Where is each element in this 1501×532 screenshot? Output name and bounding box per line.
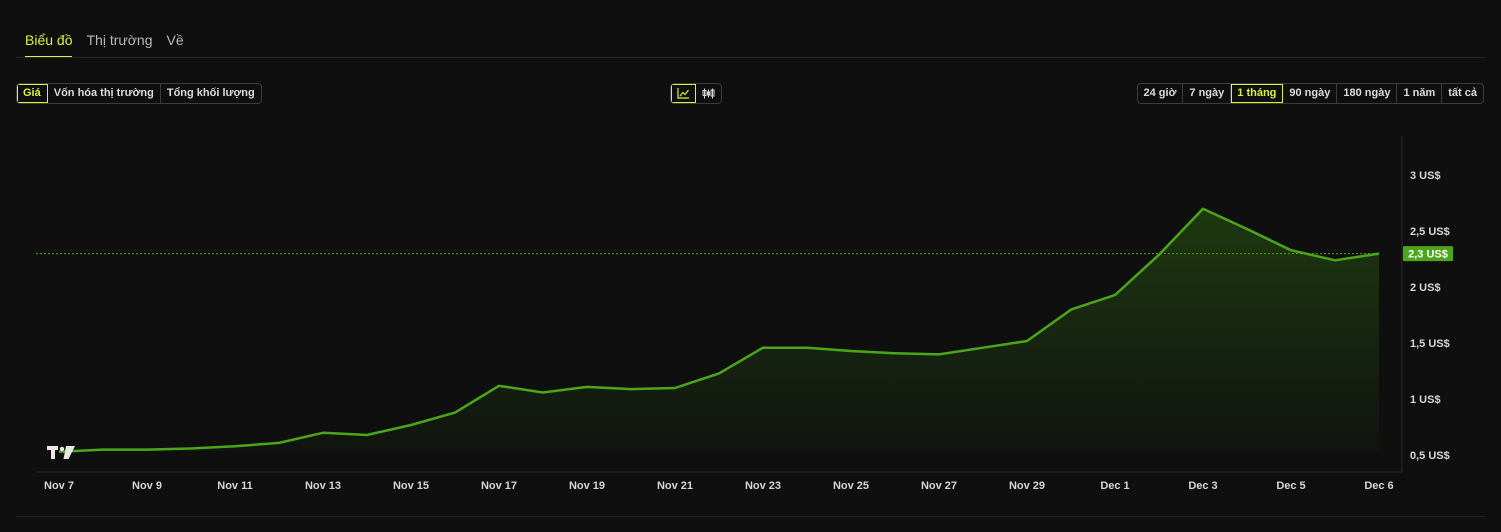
- x-tick-label: Nov 7: [44, 480, 74, 492]
- x-tick-label: Dec 6: [1364, 480, 1393, 492]
- x-tick-label: Nov 27: [921, 480, 957, 492]
- price-area: [59, 208, 1379, 452]
- current-price-label: 2,3 US$: [1408, 249, 1448, 261]
- x-tick-label: Dec 1: [1100, 480, 1129, 492]
- x-tick-label: Nov 9: [132, 480, 162, 492]
- x-tick-label: Nov 25: [833, 480, 869, 492]
- x-tick-label: Nov 29: [1009, 480, 1045, 492]
- x-tick-label: Dec 3: [1188, 480, 1217, 492]
- bottom-divider: [16, 516, 1485, 517]
- x-tick-label: Nov 23: [745, 480, 781, 492]
- y-tick-label: 3 US$: [1410, 170, 1441, 182]
- y-tick-label: 2 US$: [1410, 282, 1441, 294]
- x-tick-label: Dec 5: [1276, 480, 1305, 492]
- x-tick-label: Nov 15: [393, 480, 429, 492]
- x-tick-label: Nov 19: [569, 480, 605, 492]
- x-tick-label: Nov 13: [305, 480, 341, 492]
- x-tick-label: Nov 21: [657, 480, 693, 492]
- tradingview-logo-icon: [47, 446, 75, 459]
- price-chart[interactable]: 3 US$ 2,5 US$ 2 US$ 1,5 US$ 1 US$ 0,5 US$ Nov…: [0, 0, 1501, 532]
- y-tick-label: 1 US$: [1410, 394, 1441, 406]
- y-tick-label: 2,5 US$: [1410, 226, 1450, 238]
- y-tick-label: 0,5 US$: [1410, 450, 1450, 462]
- x-tick-label: Nov 11: [217, 480, 252, 492]
- y-tick-label: 1,5 US$: [1410, 338, 1450, 350]
- x-tick-label: Nov 17: [481, 480, 517, 492]
